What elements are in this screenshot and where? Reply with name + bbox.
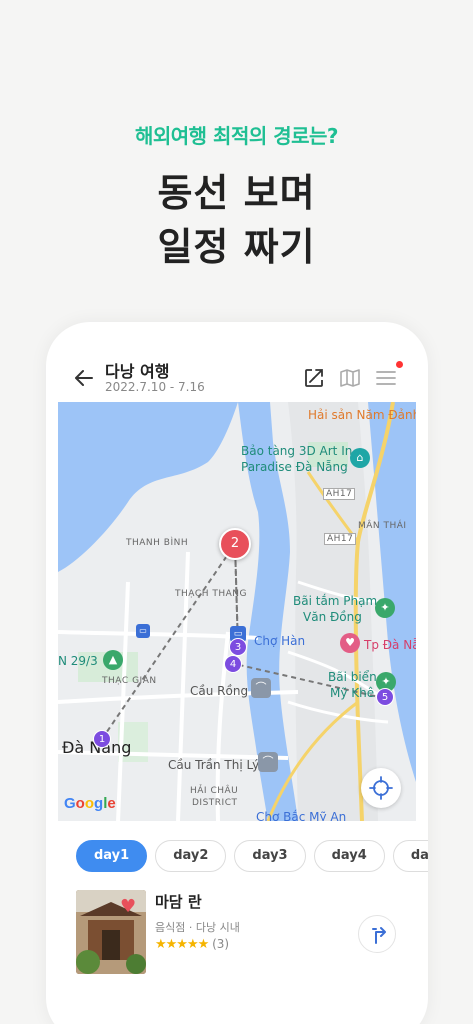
map-label-thac-gian: THẠC GIÁN — [102, 676, 157, 686]
map-label-cho-bac: Chợ Bắc Mỹ An — [256, 810, 347, 821]
back-arrow-icon[interactable] — [72, 366, 96, 390]
route-pin-3[interactable]: 3 — [229, 638, 247, 656]
promo-title: 동선 보며 일정 짜기 — [0, 166, 473, 274]
map-label-bai-bien: Bãi biển — [328, 670, 377, 684]
map-label-bao-tang: Bảo tàng 3D Art In — [241, 444, 353, 458]
promo-title-line2: 일정 짜기 — [157, 225, 316, 269]
map-label-van-dong: Văn Đồng — [303, 610, 362, 624]
route-pin-1[interactable]: 1 — [93, 730, 111, 748]
place-thumbnail: ♥ — [76, 890, 146, 974]
trip-dates: 2022.7.10 - 7.16 — [105, 380, 205, 394]
promo-subtitle: 해외여행 최적의 경로는? — [134, 124, 339, 148]
directions-button[interactable] — [358, 915, 396, 953]
share-icon[interactable] — [302, 366, 326, 390]
place-rating: ★★★★★ (3) — [155, 937, 229, 952]
google-logo: Google — [64, 795, 116, 812]
route-map[interactable]: Hải sản Năm Đảnh Bảo tàng 3D Art In Para… — [58, 402, 416, 821]
museum-poi-icon[interactable]: ⌂ — [350, 448, 370, 468]
train-poi-icon[interactable]: ▭ — [136, 624, 150, 638]
phone-frame: 다낭 여행 2022.7.10 - 7.16 Hải sản Năm Đảnh … — [46, 322, 428, 1024]
map-label-ah17-b: AH17 — [324, 533, 357, 545]
place-name: 마담 란 — [155, 893, 202, 911]
park-poi-icon[interactable]: ▲ — [103, 650, 123, 670]
trip-title: 다낭 여행 — [105, 362, 170, 381]
crosshair-icon — [369, 776, 393, 800]
beach-poi-icon[interactable]: ✦ — [375, 598, 395, 618]
route-pin-4[interactable]: 4 — [224, 655, 242, 673]
my-location-button[interactable] — [361, 768, 401, 808]
map-label-bai-tam: Bãi tắm Phạm — [293, 594, 378, 608]
map-label-hai-chau: HẢI CHÂU — [190, 786, 239, 796]
map-label-ah17-a: AH17 — [323, 488, 356, 500]
route-pin-2[interactable]: 2 — [219, 528, 251, 560]
bridge-poi-icon[interactable]: ⌒ — [251, 678, 271, 698]
bridge2-poi-icon[interactable]: ⌒ — [258, 752, 278, 772]
tab-day1[interactable]: day1 — [76, 840, 148, 872]
notification-dot — [396, 361, 403, 368]
favorite-heart-icon[interactable]: ♥ — [120, 896, 136, 917]
trip-header: 다낭 여행 2022.7.10 - 7.16 — [46, 322, 428, 402]
map-label-my-khe: Mỹ Khê — [330, 686, 375, 700]
map-label-tp-da-nang: Tp Đà Nẵ — [364, 638, 416, 652]
map-label-thach-thang: THẠCH THANG — [175, 589, 247, 599]
tab-day4[interactable]: day4 — [313, 840, 385, 872]
directions-icon — [372, 927, 386, 944]
menu-icon[interactable] — [374, 366, 398, 390]
hotel-poi-icon[interactable]: ♥ — [340, 633, 360, 653]
promo-title-line1: 동선 보며 — [157, 171, 316, 215]
map-label-n29: N 29/3 — [58, 654, 98, 668]
map-label-district: DISTRICT — [192, 798, 238, 808]
place-card[interactable]: ♥ 마담 란 음식점 · 다낭 시내 ★★★★★ (3) — [76, 890, 398, 976]
tab-day2[interactable]: day2 — [155, 840, 227, 872]
place-category: 음식점 · 다낭 시내 — [155, 921, 240, 934]
day-tabs: day1day2day3day4day5 — [76, 840, 428, 874]
map-label-cau-rong: Cầu Rồng — [190, 684, 249, 698]
map-label-man-thai: MÂN THÁI — [358, 521, 407, 531]
tab-day3[interactable]: day3 — [234, 840, 306, 872]
tab-day5[interactable]: day5 — [392, 840, 428, 872]
rating-stars: ★★★★★ — [155, 937, 209, 952]
review-count: (3) — [212, 937, 230, 951]
map-icon[interactable] — [338, 366, 362, 390]
route-pin-5[interactable]: 5 — [376, 688, 394, 706]
map-label-paradise: Paradise Đà Nẵng — [241, 460, 348, 474]
map-label-thanh-binh: THANH BÌNH — [126, 538, 189, 548]
map-label-cau-tran: Cầu Trần Thị Lý — [168, 758, 260, 772]
map-label-cho-han: Chợ Hàn — [254, 634, 306, 648]
map-label-hai-san: Hải sản Năm Đảnh — [308, 408, 416, 422]
